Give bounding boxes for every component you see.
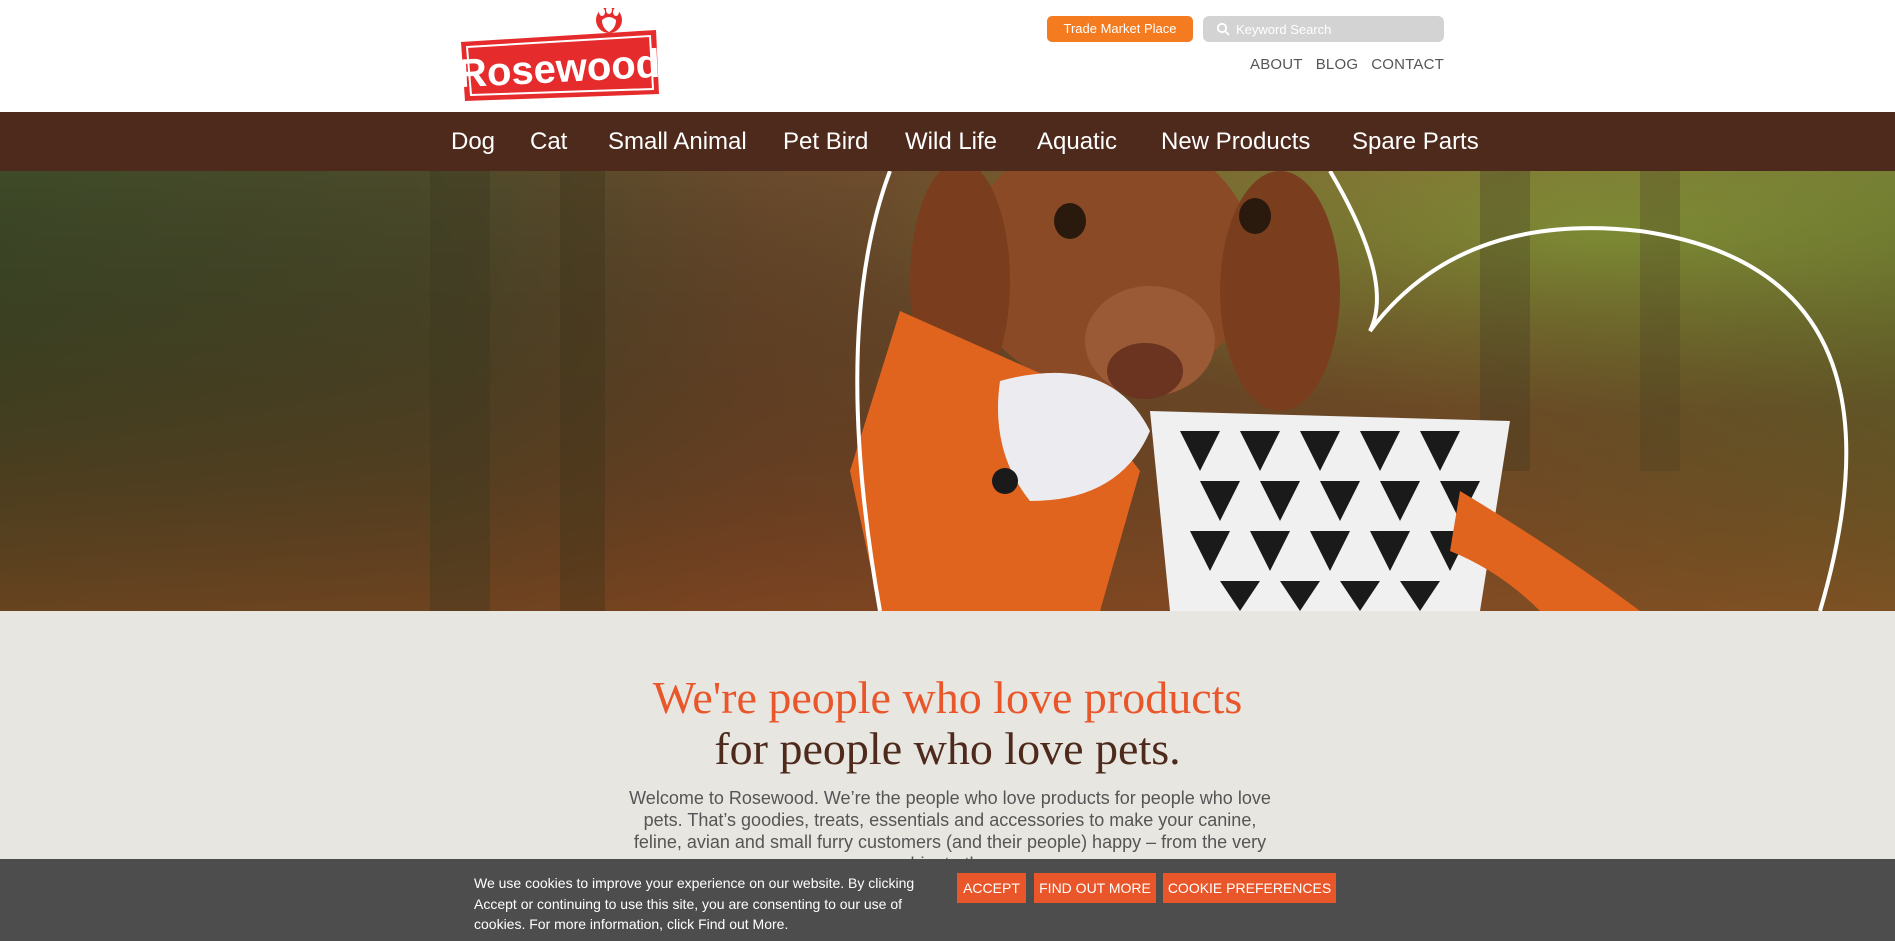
rosewood-logo[interactable]: Rosewood bbox=[459, 8, 661, 104]
nav-item-pet-bird[interactable]: Pet Bird bbox=[783, 112, 868, 171]
site-header: Rosewood Trade Market Place ABOUT BLOG C… bbox=[0, 0, 1895, 112]
nav-item-dog[interactable]: Dog bbox=[451, 112, 495, 171]
nav-item-spare-parts[interactable]: Spare Parts bbox=[1352, 112, 1479, 171]
cookie-message: We use cookies to improve your experienc… bbox=[474, 875, 915, 932]
contact-link[interactable]: CONTACT bbox=[1371, 56, 1444, 73]
trade-market-place-button[interactable]: Trade Market Place bbox=[1047, 16, 1193, 42]
nav-item-wild-life[interactable]: Wild Life bbox=[905, 112, 997, 171]
main-nav: Dog Cat Small Animal Pet Bird Wild Life … bbox=[0, 112, 1895, 171]
search-bar[interactable] bbox=[1203, 16, 1444, 42]
cookie-preferences-button[interactable]: COOKIE PREFERENCES bbox=[1163, 873, 1336, 903]
page: Rosewood Trade Market Place ABOUT BLOG C… bbox=[0, 0, 1895, 941]
search-icon bbox=[1216, 22, 1230, 36]
find-out-more-button[interactable]: FIND OUT MORE bbox=[1034, 873, 1156, 903]
about-link[interactable]: ABOUT bbox=[1250, 56, 1303, 73]
nav-item-small-animal[interactable]: Small Animal bbox=[608, 112, 747, 171]
accept-cookies-button[interactable]: ACCEPT bbox=[957, 873, 1026, 903]
cookie-banner: We use cookies to improve your experienc… bbox=[0, 859, 1895, 941]
hero-banner bbox=[0, 171, 1895, 611]
headline-orange: We're people who love products bbox=[652, 672, 1243, 723]
top-links: ABOUT BLOG CONTACT bbox=[1250, 56, 1444, 73]
headline-brown: for people who love pets. bbox=[714, 723, 1181, 774]
hero-image bbox=[0, 171, 1895, 611]
blog-link[interactable]: BLOG bbox=[1316, 56, 1358, 73]
nav-item-aquatic[interactable]: Aquatic bbox=[1037, 112, 1117, 171]
nav-item-cat[interactable]: Cat bbox=[530, 112, 567, 171]
search-input[interactable] bbox=[1236, 21, 1436, 37]
nav-item-new-products[interactable]: New Products bbox=[1161, 112, 1310, 171]
